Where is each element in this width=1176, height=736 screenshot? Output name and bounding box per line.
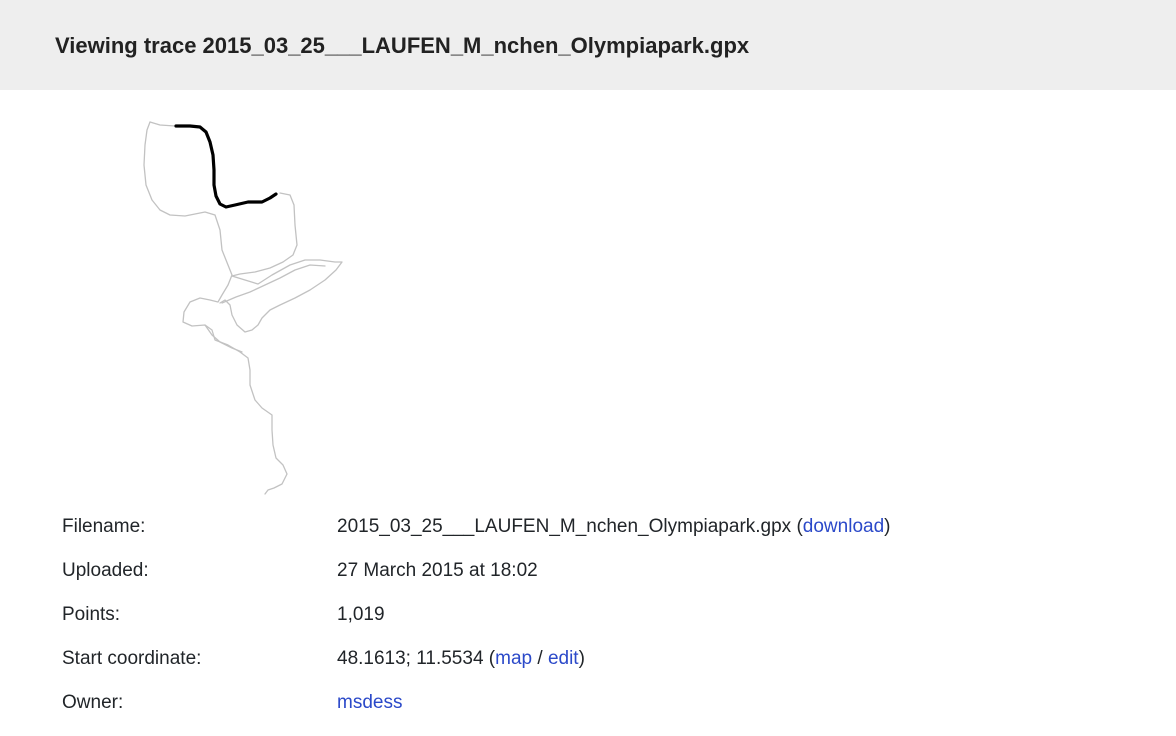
edit-link[interactable]: edit xyxy=(548,648,579,669)
filename-value: 2015_03_25___LAUFEN_M_nchen_Olympiapark.… xyxy=(337,516,792,537)
start-coordinate-row: Start coordinate: 48.1613; 11.5534 (map … xyxy=(62,637,890,681)
download-link[interactable]: download xyxy=(803,516,884,537)
points-value: 1,019 xyxy=(337,604,385,625)
link-separator: / xyxy=(537,648,543,669)
trace-route-east-branch xyxy=(231,192,298,277)
points-row: Points: 1,019 xyxy=(62,593,890,637)
owner-row: Owner: msdess xyxy=(62,681,890,725)
start-coordinate-cell: 48.1613; 11.5534 (map / edit) xyxy=(337,648,585,669)
uploaded-value: 27 March 2015 at 18:02 xyxy=(337,560,538,581)
uploaded-row: Uploaded: 27 March 2015 at 18:02 xyxy=(62,549,890,593)
start-coordinate-label: Start coordinate: xyxy=(62,648,202,669)
owner-label: Owner: xyxy=(62,692,124,713)
trace-highlight-segment xyxy=(174,124,278,209)
uploaded-label: Uploaded: xyxy=(62,560,149,581)
trace-route-inner xyxy=(221,264,326,304)
points-label: Points: xyxy=(62,604,121,625)
trace-route-return xyxy=(149,121,176,127)
owner-link[interactable]: msdess xyxy=(337,692,402,713)
owner-cell: msdess xyxy=(337,681,890,725)
filename-label: Filename: xyxy=(62,516,146,537)
filename-cell: 2015_03_25___LAUFEN_M_nchen_Olympiapark.… xyxy=(337,516,891,537)
trace-preview-image xyxy=(143,121,343,495)
trace-details-table: Filename: 2015_03_25___LAUFEN_M_nchen_Ol… xyxy=(62,505,890,725)
page-header: Viewing trace 2015_03_25___LAUFEN_M_nche… xyxy=(0,0,1176,90)
start-coordinate-value: 48.1613; 11.5534 xyxy=(337,648,484,669)
page-title: Viewing trace 2015_03_25___LAUFEN_M_nche… xyxy=(55,33,750,58)
map-link[interactable]: map xyxy=(495,648,532,669)
filename-row: Filename: 2015_03_25___LAUFEN_M_nchen_Ol… xyxy=(62,505,890,549)
